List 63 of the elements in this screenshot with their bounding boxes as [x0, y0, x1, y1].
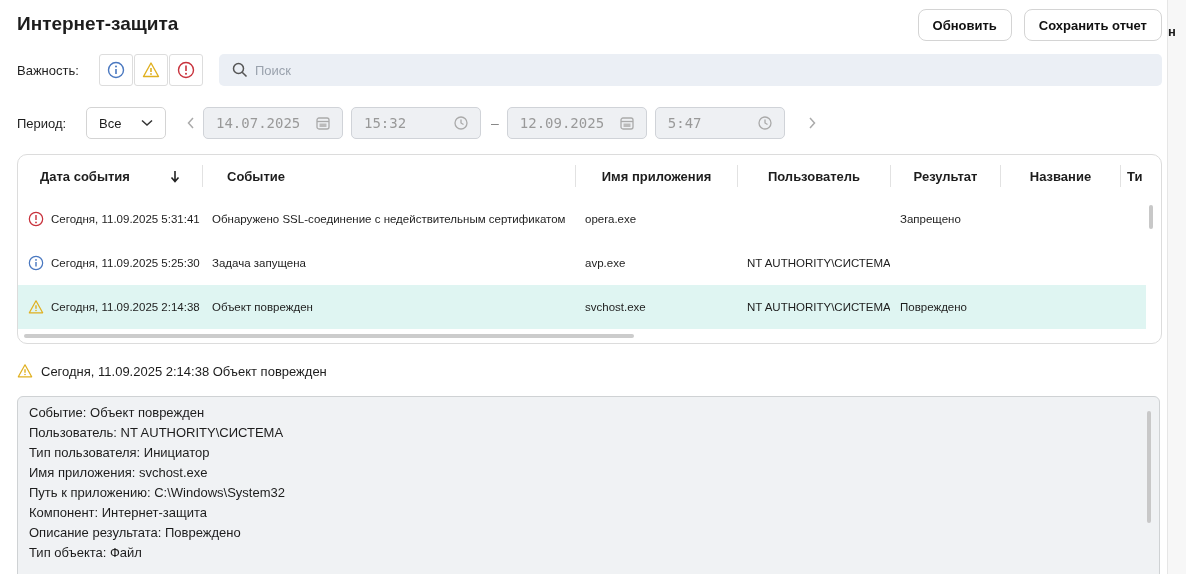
error-icon: [177, 61, 195, 79]
column-header[interactable]: Пользователь: [767, 168, 861, 184]
table-cell: Повреждено: [900, 301, 967, 313]
column-header[interactable]: Название: [1029, 168, 1092, 184]
calendar-icon: [316, 116, 330, 130]
severity-label: Важность:: [17, 62, 80, 78]
severity-filter-button[interactable]: [134, 54, 168, 86]
scrollbar[interactable]: [24, 334, 634, 338]
table-cell: Задача запущена: [212, 257, 306, 269]
table-row[interactable]: Сегодня, 11.09.2025 5:31:41 Обнаружено SSL-соединение с недействительным сертификатом opera.exe Запрещено: [18, 197, 1146, 241]
scrollbar[interactable]: [1149, 205, 1153, 229]
action-button[interactable]: Обновить: [917, 9, 1012, 41]
table-cell: Сегодня, 11.09.2025 5:31:41: [51, 213, 200, 225]
action-button[interactable]: Сохранить отчет: [1023, 9, 1162, 41]
warning-icon: [17, 363, 33, 379]
period-dropdown[interactable]: Все: [86, 107, 166, 139]
table-cell: Обнаружено SSL-соединение с недействительным сертификатом: [212, 213, 566, 225]
details-line: Компонент: Интернет-защита: [29, 504, 208, 522]
table-cell: svchost.exe: [585, 301, 646, 313]
details-heading: Сегодня, 11.09.2025 2:14:38 Объект поврежден: [41, 363, 327, 379]
details-line: Имя приложения: svchost.exe: [29, 464, 209, 482]
table-cell: NT AUTHORITY\СИСТЕМА: [747, 301, 890, 313]
clock-icon: [454, 116, 468, 130]
scrollbar[interactable]: [1147, 411, 1151, 523]
clock-icon: [757, 116, 772, 130]
error-icon: [28, 211, 44, 227]
column-header[interactable]: Имя приложения: [601, 168, 712, 184]
calendar-icon: [619, 116, 634, 130]
severity-filter-button[interactable]: [99, 54, 133, 86]
info-icon: [107, 61, 125, 79]
table-cell: Сегодня, 11.09.2025 5:25:30: [51, 257, 200, 269]
table-cell: opera.exe: [585, 213, 637, 225]
table-cell: Объект поврежден: [212, 301, 313, 313]
column-header[interactable]: Дата события: [40, 168, 130, 184]
details-line: Путь к приложению: C:\Windows\System32: [29, 484, 286, 502]
page-title: Интернет-защита: [17, 13, 179, 35]
sort-down-arrow-icon[interactable]: [169, 169, 180, 183]
details-line: Событие: Объект поврежден: [29, 404, 206, 422]
table-cell: avp.exe: [585, 257, 626, 269]
column-header[interactable]: Событие: [227, 168, 286, 184]
table-cell: Сегодня, 11.09.2025 2:14:38: [51, 301, 200, 313]
chevron-left-icon[interactable]: [186, 116, 196, 130]
details-line: Пользователь: NT AUTHORITY\СИСТЕМА: [29, 424, 285, 442]
details-line: Тип объекта: Файл: [29, 544, 143, 562]
search-field[interactable]: Поиск: [219, 54, 1162, 86]
chevron-down-icon: [141, 119, 153, 127]
severity-filter-button[interactable]: [169, 54, 203, 86]
chevron-right-icon[interactable]: [806, 116, 817, 130]
details-line: Описание результата: Повреждено: [29, 524, 242, 542]
table-cell: Запрещено: [900, 213, 961, 225]
table-cell: NT AUTHORITY\СИСТЕМА: [747, 257, 890, 269]
period-label: Период:: [17, 115, 68, 131]
side-panel-text: н: [1168, 24, 1176, 39]
details-line: Тип пользователя: Инициатор: [29, 444, 211, 462]
warning-icon: [28, 299, 44, 315]
table-row[interactable]: Сегодня, 11.09.2025 2:14:38 Объект поврежден svchost.exe NT AUTHORITY\СИСТЕМА Повреждено: [18, 285, 1146, 329]
search-icon: [232, 62, 248, 78]
info-icon: [28, 255, 44, 271]
warning-icon: [142, 61, 160, 79]
column-header[interactable]: Результат: [913, 168, 978, 184]
table-row[interactable]: Сегодня, 11.09.2025 5:25:30 Задача запущена avp.exe NT AUTHORITY\СИСТЕМА: [18, 241, 1146, 285]
range-separator: –: [491, 115, 499, 131]
column-header[interactable]: Ти: [1127, 168, 1143, 184]
